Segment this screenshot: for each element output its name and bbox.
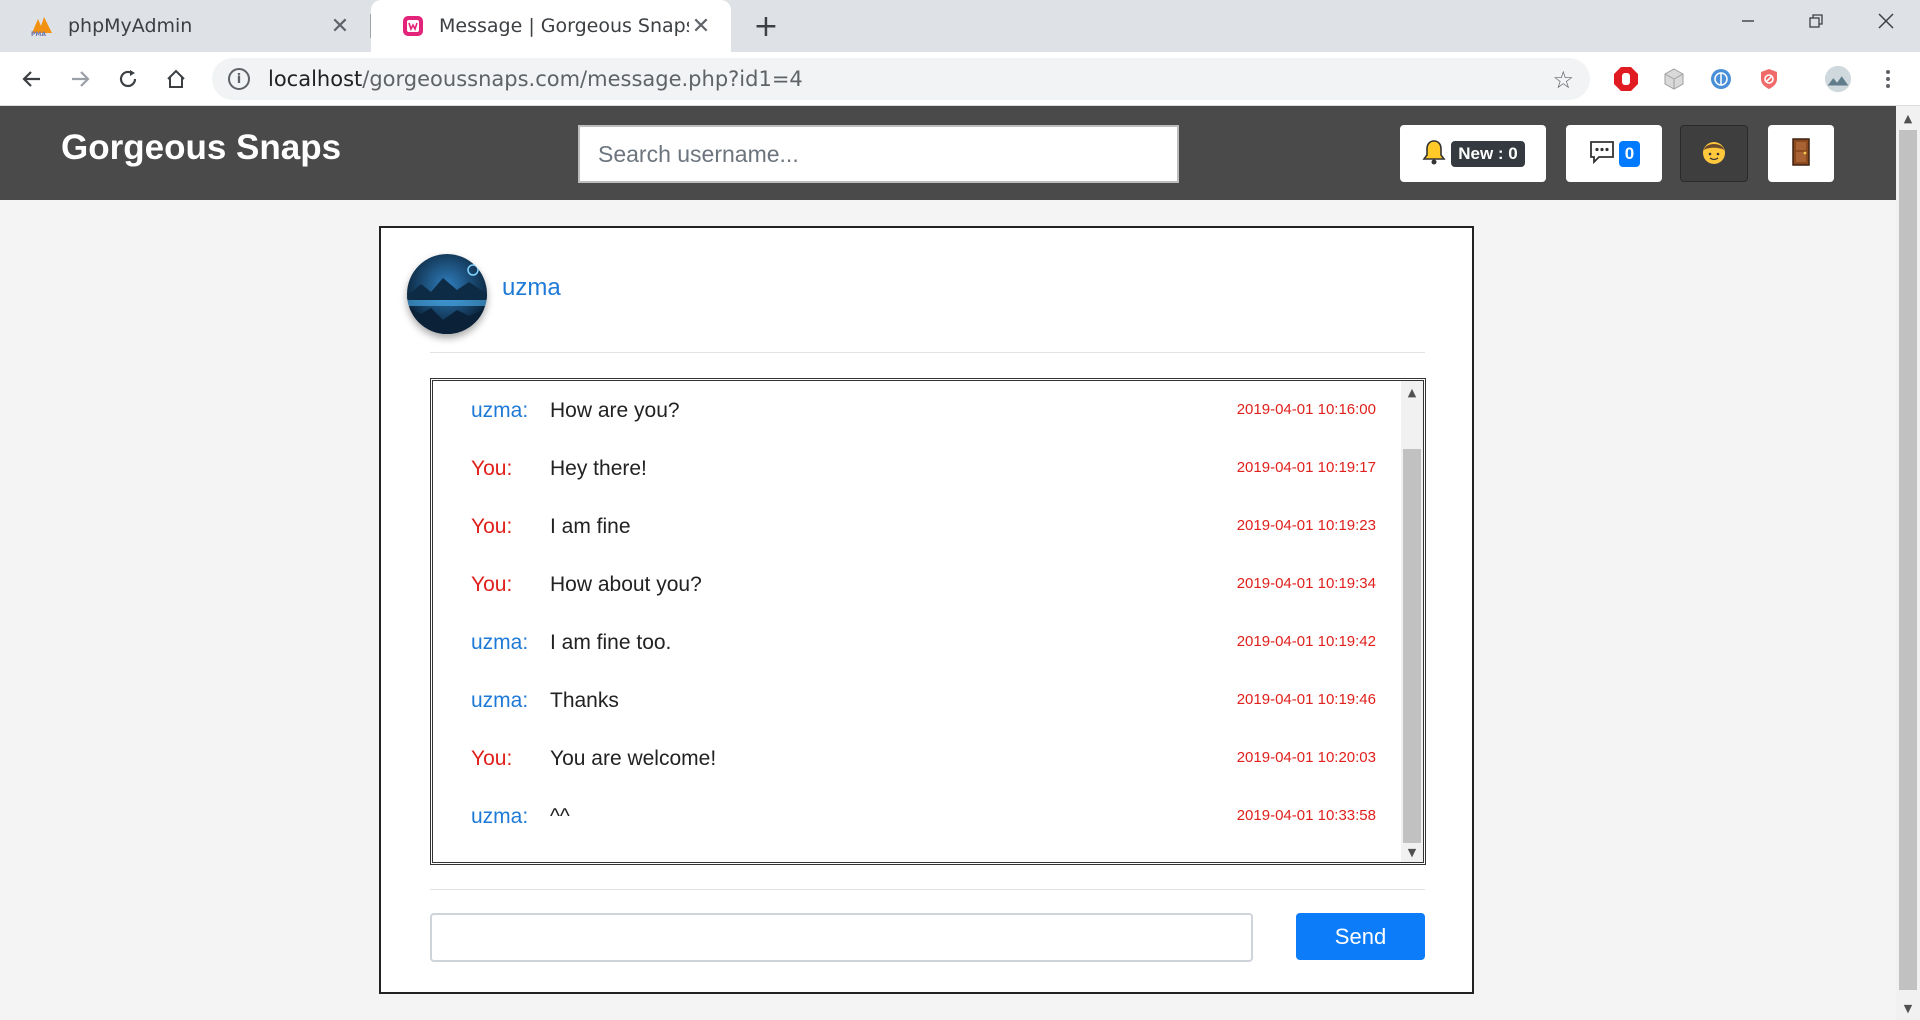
shield-extension-icon[interactable] bbox=[1755, 65, 1783, 93]
message-timestamp: 2019-04-01 10:33:58 bbox=[1236, 807, 1376, 824]
message-sender: uzma: bbox=[471, 689, 529, 712]
message-history[interactable]: uzma: How are you? 2019-04-01 10:16:00 Y… bbox=[430, 378, 1426, 865]
message-timestamp: 2019-04-01 10:16:00 bbox=[1236, 401, 1376, 418]
message-timestamp: 2019-04-01 10:20:03 bbox=[1236, 749, 1376, 766]
message-row: You: Hey there! 2019-04-01 10:19:17 bbox=[433, 449, 1393, 489]
phpmyadmin-icon: PMA bbox=[30, 14, 54, 38]
address-bar[interactable]: i localhost/gorgeoussnaps.com/message.ph… bbox=[212, 58, 1590, 100]
message-row: You: You are welcome! 2019-04-01 10:20:0… bbox=[433, 739, 1393, 779]
scroll-up-icon[interactable]: ▲ bbox=[1896, 108, 1920, 128]
send-button[interactable]: Send bbox=[1296, 913, 1425, 960]
reload-icon[interactable] bbox=[110, 61, 146, 97]
globe-extension-icon[interactable] bbox=[1707, 65, 1735, 93]
bookmark-star-icon[interactable]: ☆ bbox=[1552, 66, 1574, 94]
message-history-scrollbar[interactable]: ▲ ▼ bbox=[1401, 381, 1423, 862]
cube-extension-icon[interactable] bbox=[1660, 65, 1688, 93]
message-sender: You: bbox=[471, 747, 513, 770]
scroll-down-icon[interactable]: ▼ bbox=[1896, 998, 1920, 1018]
notifications-button[interactable]: New : 0 bbox=[1400, 125, 1546, 182]
message-row: You: How about you? 2019-04-01 10:19:34 bbox=[433, 565, 1393, 605]
notifications-badge: New : 0 bbox=[1451, 140, 1525, 167]
wamp-icon bbox=[401, 14, 425, 38]
scroll-down-icon[interactable]: ▼ bbox=[1401, 843, 1423, 861]
forward-icon[interactable] bbox=[62, 61, 98, 97]
chat-bubble-icon bbox=[1588, 139, 1616, 169]
window-close-icon[interactable] bbox=[1852, 0, 1920, 42]
message-timestamp: 2019-04-01 10:19:34 bbox=[1236, 575, 1376, 592]
adblock-extension-icon[interactable] bbox=[1612, 65, 1640, 93]
messages-button[interactable]: 0 bbox=[1566, 125, 1662, 182]
contact-avatar[interactable] bbox=[407, 254, 487, 334]
message-text: Thanks bbox=[550, 689, 619, 712]
tab-title: phpMyAdmin bbox=[68, 15, 193, 37]
message-timestamp: 2019-04-01 10:19:23 bbox=[1236, 517, 1376, 534]
message-timestamp: 2019-04-01 10:19:17 bbox=[1236, 459, 1376, 476]
search-input[interactable] bbox=[578, 125, 1179, 183]
back-icon[interactable] bbox=[14, 61, 50, 97]
new-tab-icon[interactable]: + bbox=[748, 8, 784, 44]
door-icon bbox=[1790, 137, 1812, 171]
browser-toolbar: i localhost/gorgeoussnaps.com/message.ph… bbox=[0, 52, 1920, 106]
browser-menu-icon[interactable] bbox=[1874, 65, 1902, 93]
restore-icon[interactable] bbox=[1782, 0, 1850, 42]
svg-text:PMA: PMA bbox=[31, 31, 46, 37]
message-input[interactable] bbox=[430, 913, 1253, 962]
home-icon[interactable] bbox=[158, 61, 194, 97]
message-row: uzma: ^^ 2019-04-01 10:33:58 bbox=[433, 797, 1393, 837]
divider bbox=[430, 352, 1425, 353]
tab-title: Message | Gorgeous Snaps bbox=[439, 15, 689, 37]
divider bbox=[430, 889, 1425, 890]
url-host: localhost bbox=[268, 67, 363, 91]
page-scrollbar[interactable]: ▲ ▼ bbox=[1896, 106, 1920, 1020]
message-card: uzma uzma: How are you? 2019-04-01 10:16… bbox=[379, 226, 1474, 994]
site-info-icon[interactable]: i bbox=[228, 68, 250, 90]
message-timestamp: 2019-04-01 10:19:46 bbox=[1236, 691, 1376, 708]
message-row: You: I am fine 2019-04-01 10:19:23 bbox=[433, 507, 1393, 547]
message-sender: uzma: bbox=[471, 805, 529, 828]
browser-tabstrip: PMA phpMyAdmin ✕ Message | Gorgeous Snap… bbox=[0, 0, 1920, 52]
person-face-icon bbox=[1700, 138, 1728, 170]
message-text: How about you? bbox=[550, 573, 702, 596]
message-row: uzma: How are you? 2019-04-01 10:16:00 bbox=[433, 391, 1393, 431]
profile-button[interactable] bbox=[1680, 125, 1748, 182]
bell-icon bbox=[1421, 138, 1447, 170]
message-sender: You: bbox=[471, 573, 513, 596]
contact-name-link[interactable]: uzma bbox=[502, 274, 561, 302]
scroll-up-icon[interactable]: ▲ bbox=[1401, 383, 1423, 401]
tab-message[interactable]: Message | Gorgeous Snaps ✕ bbox=[371, 0, 731, 52]
message-sender: You: bbox=[471, 515, 513, 538]
message-text: How are you? bbox=[550, 399, 680, 422]
minimize-icon[interactable] bbox=[1714, 0, 1782, 42]
url-text: localhost/gorgeoussnaps.com/message.php?… bbox=[268, 67, 803, 91]
message-text: I am fine too. bbox=[550, 631, 672, 654]
message-timestamp: 2019-04-01 10:19:42 bbox=[1236, 633, 1376, 650]
message-text: You are welcome! bbox=[550, 747, 717, 770]
message-row: uzma: Thanks 2019-04-01 10:19:46 bbox=[433, 681, 1393, 721]
page-scrollbar-thumb[interactable] bbox=[1899, 130, 1917, 990]
message-sender: You: bbox=[471, 457, 513, 480]
brand-logo[interactable]: Gorgeous Snaps bbox=[61, 128, 341, 168]
message-scrollbar-thumb[interactable] bbox=[1403, 449, 1421, 843]
message-text: Hey there! bbox=[550, 457, 647, 480]
message-row: uzma: I am fine too. 2019-04-01 10:19:42 bbox=[433, 623, 1393, 663]
url-path: /gorgeoussnaps.com/message.php?id1=4 bbox=[362, 67, 803, 91]
site-header: Gorgeous Snaps New : 0 0 bbox=[0, 106, 1896, 200]
message-sender: uzma: bbox=[471, 399, 529, 422]
message-text: ^^ bbox=[550, 805, 570, 828]
close-icon[interactable]: ✕ bbox=[328, 14, 352, 39]
profile-avatar-icon[interactable] bbox=[1824, 65, 1852, 93]
message-sender: uzma: bbox=[471, 631, 529, 654]
logout-button[interactable] bbox=[1768, 125, 1834, 182]
message-text: I am fine bbox=[550, 515, 631, 538]
messages-badge: 0 bbox=[1618, 140, 1641, 167]
tab-phpmyadmin[interactable]: PMA phpMyAdmin ✕ bbox=[0, 0, 370, 52]
close-icon[interactable]: ✕ bbox=[689, 14, 713, 39]
